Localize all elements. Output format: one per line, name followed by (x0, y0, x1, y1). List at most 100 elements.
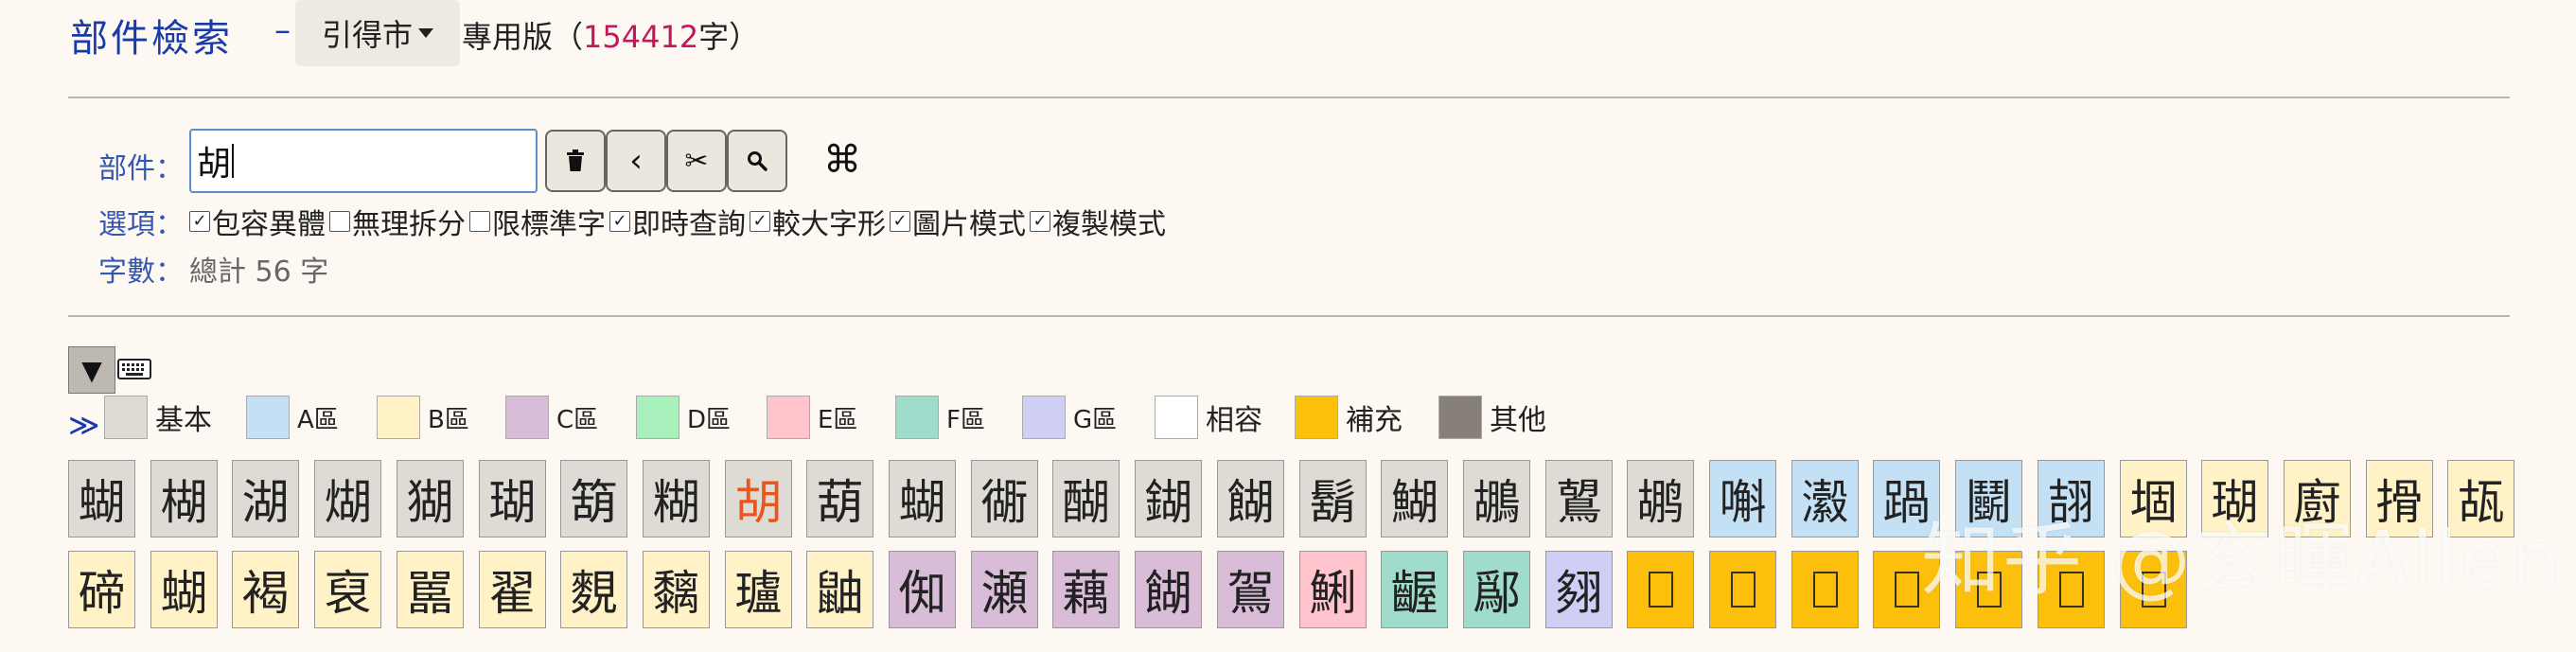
char-glyph: 醐 (1062, 475, 1110, 530)
option-checkbox[interactable]: ✓ (189, 211, 210, 232)
char-glyph: 翟 (488, 566, 537, 621)
char-glyph: 鶦 (1555, 475, 1603, 530)
component-input[interactable]: 胡 (189, 129, 538, 193)
option-item[interactable]: ✓ 圖片模式 (886, 201, 1026, 242)
char-cell[interactable]: 嚚 (397, 551, 464, 628)
char-cell[interactable]: 裒 (314, 551, 381, 628)
char-glyph: 湖 (241, 475, 290, 530)
options-label: 選項： (98, 208, 184, 241)
legend-label: 補充 (1346, 404, 1403, 437)
option-checkbox[interactable]: ✓ (750, 211, 770, 232)
char-cell[interactable]: 糊 (643, 460, 710, 537)
site-dropdown[interactable]: 引得市 (295, 0, 460, 66)
char-cell[interactable]: 湖 (232, 460, 299, 537)
char-cell[interactable]: 箶 (560, 460, 627, 537)
char-cell[interactable]: 鼬 (806, 551, 873, 628)
char-cell[interactable]: 瀬 (971, 551, 1038, 628)
char-cell[interactable]: 鄬 (1463, 551, 1530, 628)
char-cell[interactable]: 鯏 (1299, 551, 1367, 628)
option-item[interactable]: 限標準字 (466, 201, 606, 242)
option-checkbox[interactable]: ✓ (1030, 211, 1050, 232)
char-glyph: 瑚 (488, 475, 537, 530)
char-cell[interactable] (1709, 551, 1776, 628)
char-glyph: 蝴 (160, 566, 208, 621)
collapse-button[interactable]: ▼ (68, 346, 115, 394)
char-cell[interactable]: 鬍 (1299, 460, 1367, 537)
char-glyph: 鯏 (1309, 566, 1357, 621)
char-cell[interactable]: 黐 (643, 551, 710, 628)
component-input-value: 胡 (197, 145, 232, 184)
char-glyph: 黐 (652, 566, 700, 621)
option-label: 限標準字 (492, 208, 606, 241)
site-dropdown-label: 引得市 (321, 17, 413, 53)
char-cell[interactable]: 麲 (560, 551, 627, 628)
char-cell[interactable]: 瑚 (479, 460, 546, 537)
char-cell[interactable]: 胡 (725, 460, 792, 537)
char-cell[interactable]: 鰗 (1381, 460, 1448, 537)
char-cell[interactable]: 葫 (806, 460, 873, 537)
command-icon[interactable]: ⌘ (823, 138, 861, 182)
option-checkbox[interactable] (469, 211, 490, 232)
legend-item: C區 (505, 396, 598, 439)
char-cell[interactable]: 鴐 (1217, 551, 1284, 628)
char-cell[interactable]: 鶦 (1545, 460, 1613, 537)
char-glyph: 麲 (570, 566, 618, 621)
char-cell[interactable]: 鹕 (1627, 460, 1694, 537)
char-cell[interactable]: 餬 (1135, 551, 1202, 628)
expand-more-icon[interactable]: ≫ (68, 407, 100, 443)
keyboard-icon[interactable] (117, 358, 151, 386)
option-checkbox[interactable]: ✓ (609, 211, 630, 232)
cut-button[interactable]: ✂ (666, 130, 727, 192)
char-glyph: 齷 (1390, 566, 1438, 621)
char-glyph: 鼬 (816, 566, 864, 621)
option-item[interactable]: ✓ 複製模式 (1026, 201, 1166, 242)
char-cell[interactable]: 瓐 (725, 551, 792, 628)
char-cell[interactable]: 蝴 (150, 551, 218, 628)
char-cell[interactable]: 倁 (889, 551, 956, 628)
char-glyph: 鬍 (1309, 475, 1357, 530)
divider-top (68, 97, 2510, 98)
char-cell[interactable]: 醐 (1052, 460, 1120, 537)
legend-swatch (636, 396, 679, 439)
option-item[interactable]: ✓ 即時查詢 (606, 201, 746, 242)
option-checkbox[interactable] (329, 211, 350, 232)
char-cell[interactable]: 鍸 (1135, 460, 1202, 537)
char-cell[interactable] (1791, 551, 1859, 628)
char-glyph: 葫 (816, 475, 864, 530)
char-cell[interactable]: 翟 (479, 551, 546, 628)
char-cell[interactable]: 猢 (397, 460, 464, 537)
char-glyph: 餬 (1144, 566, 1192, 621)
legend-swatch (104, 396, 148, 439)
char-cell[interactable]: 蝴 (68, 460, 135, 537)
char-cell[interactable]: 藕 (1052, 551, 1120, 628)
char-cell[interactable]: 餬 (1217, 460, 1284, 537)
triangle-down-icon: ▼ (81, 354, 102, 386)
legend-item: 補充 (1295, 396, 1403, 439)
option-item[interactable]: 無理拆分 (326, 201, 466, 242)
char-cell[interactable] (1627, 551, 1694, 628)
legend-label: 基本 (155, 404, 212, 437)
delete-button[interactable] (545, 130, 606, 192)
option-checkbox[interactable]: ✓ (890, 211, 910, 232)
char-cell[interactable]: 衚 (971, 460, 1038, 537)
char-cell[interactable]: 瀫 (1791, 460, 1859, 537)
legend-swatch (1295, 396, 1338, 439)
search-button[interactable] (727, 130, 787, 192)
edition-prefix: 專用版（ (462, 19, 584, 55)
option-item[interactable]: ✓ 包容異體 (185, 201, 326, 242)
page-title: 部件檢索 (70, 17, 233, 61)
char-cell[interactable]: 嘝 (1709, 460, 1776, 537)
char-cell[interactable]: 褐 (232, 551, 299, 628)
char-cell[interactable]: 鶘 (1463, 460, 1530, 537)
search-icon (748, 151, 768, 171)
option-item[interactable]: ✓ 較大字形 (746, 201, 886, 242)
char-cell[interactable]: 楜 (150, 460, 218, 537)
char-cell[interactable]: 碲 (68, 551, 135, 628)
char-cell[interactable]: 齷 (1381, 551, 1448, 628)
char-glyph: 蝴 (898, 475, 946, 530)
char-cell[interactable]: 翗 (1545, 551, 1613, 628)
char-glyph: 箶 (570, 475, 618, 530)
back-button[interactable]: ‹ (606, 130, 666, 192)
char-cell[interactable]: 蝴 (889, 460, 956, 537)
char-cell[interactable]: 煳 (314, 460, 381, 537)
